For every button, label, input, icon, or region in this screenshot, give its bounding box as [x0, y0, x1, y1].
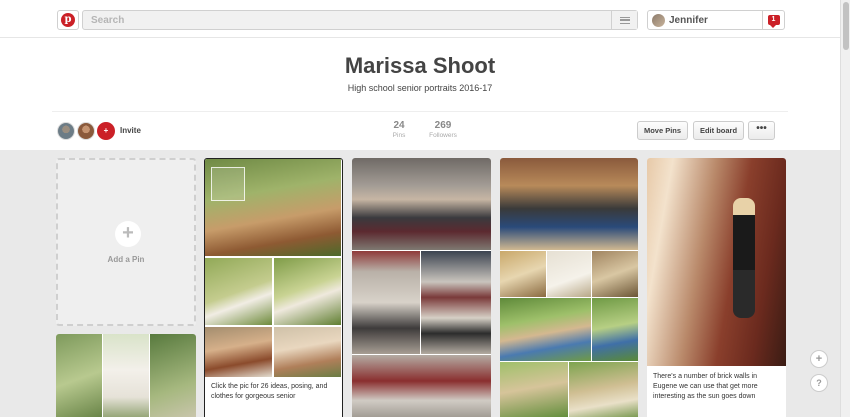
- pin-image: [150, 334, 196, 417]
- pin-card[interactable]: [352, 158, 491, 417]
- pin-image: [592, 298, 638, 361]
- pin-caption: There's a number of brick walls in Eugen…: [653, 373, 758, 400]
- pin-image: [103, 334, 149, 417]
- avatar: [652, 14, 665, 27]
- pins-count-stat[interactable]: 24 Pins: [388, 120, 410, 139]
- pin-caption: Click the pic for 26 ideas, posing, and …: [211, 383, 328, 400]
- pin-image: [733, 198, 755, 318]
- pins-label: Pins: [392, 132, 406, 139]
- notifications-button[interactable]: 1: [762, 11, 784, 29]
- pin-image: [352, 355, 491, 417]
- add-floating-button[interactable]: +: [810, 350, 828, 368]
- board-description: High school senior portraits 2016-17: [347, 83, 493, 93]
- pin-card[interactable]: There's a number of brick walls in Eugen…: [647, 158, 786, 417]
- followers-label: Followers: [429, 132, 457, 139]
- followers-count: 269: [434, 120, 452, 131]
- add-pin-card[interactable]: + Add a Pin: [56, 158, 196, 326]
- pin-image: [205, 258, 272, 325]
- add-person-icon: +: [103, 126, 109, 135]
- pin-image: [352, 251, 420, 354]
- user-profile-button[interactable]: Jennifer 1: [647, 10, 785, 30]
- page-scrollbar[interactable]: [840, 0, 850, 417]
- top-nav-bar: p Search Jennifer 1: [0, 0, 840, 38]
- plus-icon: +: [115, 221, 141, 247]
- pin-image: [205, 327, 272, 377]
- pin-grid: + Add a Pin Click the pic for 26 ideas, …: [0, 150, 840, 417]
- menu-icon: [619, 16, 630, 24]
- search-placeholder: Search: [91, 15, 125, 26]
- pin-image: [500, 251, 546, 297]
- pin-image: [500, 298, 591, 361]
- invite-label[interactable]: Invite: [120, 126, 141, 135]
- pin-card[interactable]: [500, 158, 638, 417]
- search-input[interactable]: Search: [82, 10, 638, 30]
- move-pins-button[interactable]: Move Pins: [637, 121, 688, 140]
- followers-count-stat[interactable]: 269 Followers: [426, 120, 460, 139]
- pin-image: [500, 158, 638, 250]
- pin-image: [274, 327, 341, 377]
- pin-image: [421, 251, 491, 354]
- pin-image: [274, 258, 341, 325]
- pin-image: [56, 334, 102, 417]
- help-button[interactable]: ?: [810, 374, 828, 392]
- collaborator-avatar[interactable]: [77, 122, 95, 140]
- invite-button[interactable]: +: [97, 122, 115, 140]
- pin-image: [352, 158, 491, 250]
- add-pin-label: Add a Pin: [107, 255, 145, 264]
- pin-image: [592, 251, 638, 297]
- pin-image: [647, 158, 786, 366]
- pin-image: [500, 362, 568, 417]
- header-divider: [52, 111, 788, 112]
- pins-count: 24: [393, 120, 405, 131]
- pinterest-icon: p: [61, 13, 75, 27]
- pin-image: [569, 362, 638, 417]
- scrollbar-thumb[interactable]: [843, 2, 849, 50]
- edit-board-button[interactable]: Edit board: [693, 121, 744, 140]
- board-title: Marissa Shoot: [344, 53, 496, 78]
- pin-card[interactable]: Click the pic for 26 ideas, posing, and …: [204, 158, 343, 417]
- collaborator-avatar[interactable]: [57, 122, 75, 140]
- search-menu-button[interactable]: [611, 11, 637, 29]
- more-options-button[interactable]: •••: [748, 121, 775, 140]
- notification-badge: 1: [767, 15, 780, 28]
- pinterest-logo-button[interactable]: p: [57, 10, 79, 30]
- pin-image-logo: [211, 167, 245, 201]
- user-name: Jennifer: [669, 15, 708, 26]
- pin-image: [547, 251, 591, 297]
- pin-card[interactable]: [56, 334, 196, 417]
